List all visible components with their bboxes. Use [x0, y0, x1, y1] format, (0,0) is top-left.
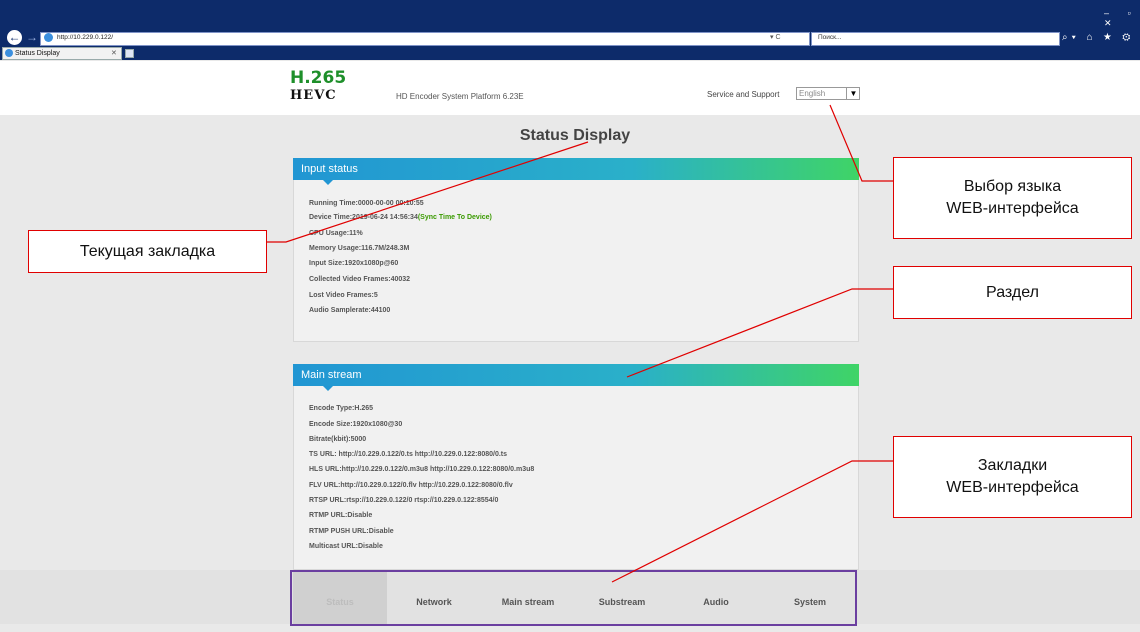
callout-current-tab-text: Текущая закладка: [79, 242, 216, 260]
flv-url: FLV URL:http://10.229.0.122/0.flv http:/…: [309, 482, 513, 489]
logo-h265: H.265: [290, 68, 347, 88]
hls-url: HLS URL:http://10.229.0.122/0.m3u8 http:…: [309, 466, 535, 473]
rtmp-push-url: RTMP PUSH URL:Disable: [309, 528, 394, 535]
callout-tabs-line2: WEB-интерфейса: [946, 479, 1079, 496]
page-header: [0, 61, 1140, 115]
ts-url: TS URL: http://10.229.0.122/0.ts http://…: [309, 451, 508, 458]
tab-close-icon[interactable]: ✕: [111, 47, 117, 60]
memory-usage: Memory Usage:116.7M/248.3M: [309, 245, 410, 252]
chevron-down-icon[interactable]: ▼: [846, 88, 860, 99]
sync-time-link[interactable]: (Sync Time To Device): [418, 214, 492, 221]
back-icon[interactable]: ←: [7, 30, 22, 45]
header-notch: [323, 180, 333, 185]
platform-label: HD Encoder System Platform 6.23E: [396, 92, 524, 101]
rtsp-url: RTSP URL:rtsp://10.229.0.122/0 rtsp://10…: [309, 497, 499, 504]
nav-annotation-frame: [290, 570, 857, 626]
header-notch: [323, 386, 333, 391]
input-status-header: Input status: [293, 158, 859, 180]
window-controls[interactable]: – ▫ ✕: [1104, 8, 1140, 29]
forward-icon[interactable]: →: [26, 30, 38, 45]
callout-section-text: Раздел: [986, 283, 1039, 301]
callout-tabs: Закладки WEB-интерфейса: [893, 436, 1132, 518]
toolbar-icons[interactable]: ⌕▾ ⌂ ★ ⚙: [1062, 30, 1134, 45]
search-input[interactable]: [811, 32, 1060, 46]
cpu-usage: CPU Usage:11%: [309, 230, 363, 237]
encode-size: Encode Size:1920x1080@30: [309, 421, 403, 428]
input-size: Input Size:1920x1080p@60: [309, 260, 399, 267]
multicast-url: Multicast URL:Disable: [309, 543, 383, 550]
language-value[interactable]: English: [799, 87, 825, 100]
collected-frames: Collected Video Frames:40032: [309, 276, 411, 283]
audio-samplerate: Audio Samplerate:44100: [309, 307, 391, 314]
callout-language-line1: Выбор языка: [963, 178, 1062, 195]
lost-frames: Lost Video Frames:5: [309, 292, 378, 299]
service-support-link[interactable]: Service and Support: [707, 90, 780, 99]
address-text[interactable]: http://10.229.0.122/: [57, 32, 113, 44]
address-bar[interactable]: [40, 32, 810, 46]
running-time: Running Time:0000-00-00 00:10:55: [309, 200, 424, 207]
rtmp-url: RTMP URL:Disable: [309, 512, 373, 519]
logo-hevc: HEVC: [290, 88, 337, 103]
encode-type: Encode Type:H.265: [309, 405, 374, 412]
callout-tabs-line1: Закладки: [977, 457, 1048, 474]
refresh-icon[interactable]: ▾ C: [770, 32, 781, 44]
browser-tab-label[interactable]: Status Display: [15, 47, 60, 60]
page-title: Status Display: [519, 127, 631, 144]
main-stream-header: Main stream: [293, 364, 859, 386]
ie-page-icon: [44, 33, 53, 42]
callout-current-tab: Текущая закладка: [28, 230, 267, 273]
tab-bar: [0, 47, 1140, 60]
callout-language: Выбор языка WEB-интерфейса: [893, 157, 1132, 239]
bitrate: Bitrate(kbit):5000: [309, 436, 367, 443]
search-placeholder: Поиск...: [818, 34, 842, 41]
device-time: Device Time:2019-06-24 14:56:34: [309, 214, 418, 221]
callout-section: Раздел: [893, 266, 1132, 319]
new-tab-button[interactable]: [125, 49, 134, 58]
tab-favicon-icon: [5, 49, 13, 57]
callout-language-line2: WEB-интерфейса: [946, 200, 1079, 217]
device-time-row: Device Time:2019-06-24 14:56:34(Sync Tim…: [309, 214, 492, 221]
